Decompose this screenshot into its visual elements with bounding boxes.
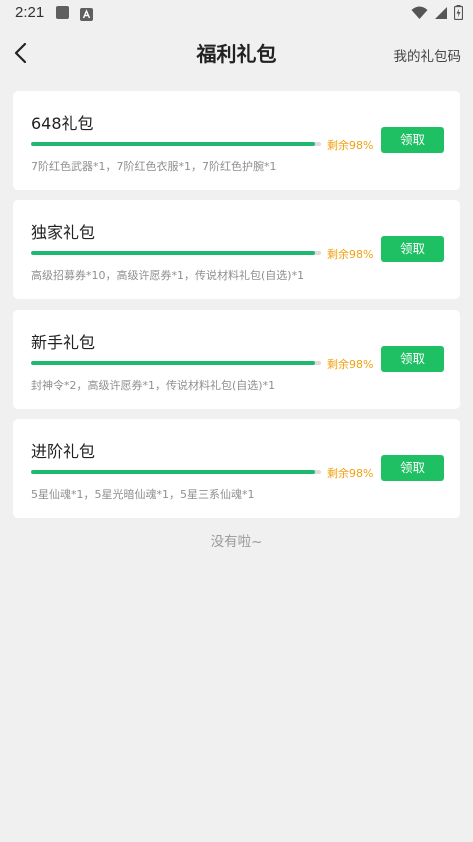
package-card: 648礼包 剩余98% 7阶红色武器*1，7阶红色衣服*1，7阶红色护腕*1 领… bbox=[13, 91, 460, 190]
wifi-icon bbox=[411, 5, 428, 24]
package-card: 独家礼包 剩余98% 高级招募券*10，高级许愿券*1，传说材料礼包(自选)*1… bbox=[13, 200, 460, 299]
package-name: 进阶礼包 bbox=[31, 442, 96, 461]
package-card: 新手礼包 剩余98% 封神令*2，高级许愿券*1，传说材料礼包(自选)*1 领取 bbox=[13, 310, 460, 409]
end-of-list-text: 没有啦~ bbox=[210, 534, 263, 550]
remaining-progress-fill bbox=[31, 251, 316, 255]
package-name: 648礼包 bbox=[31, 114, 94, 133]
remaining-progress-bar bbox=[31, 142, 321, 146]
remaining-progress-fill bbox=[31, 470, 316, 474]
package-contents: 5星仙魂*1，5星光暗仙魂*1，5星三系仙魂*1 bbox=[31, 488, 255, 501]
remaining-progress-fill bbox=[31, 142, 316, 146]
package-card: 进阶礼包 剩余98% 5星仙魂*1，5星光暗仙魂*1，5星三系仙魂*1 领取 bbox=[13, 419, 460, 518]
claim-button[interactable]: 领取 bbox=[381, 455, 444, 481]
remaining-label: 剩余98% bbox=[327, 358, 374, 371]
my-gift-codes-link[interactable]: 我的礼包码 bbox=[394, 45, 462, 65]
package-contents: 7阶红色武器*1，7阶红色衣服*1，7阶红色护腕*1 bbox=[31, 160, 277, 173]
remaining-label: 剩余98% bbox=[327, 139, 374, 152]
a-notification-icon bbox=[80, 6, 93, 21]
claim-button[interactable]: 领取 bbox=[381, 346, 444, 372]
remaining-progress-bar bbox=[31, 361, 321, 365]
package-name: 独家礼包 bbox=[31, 223, 96, 242]
status-icons bbox=[411, 5, 464, 24]
remaining-label: 剩余98% bbox=[327, 467, 374, 480]
status-bar: 2:21 bbox=[0, 0, 473, 26]
remaining-label: 剩余98% bbox=[327, 248, 374, 261]
package-contents: 高级招募券*10，高级许愿券*1，传说材料礼包(自选)*1 bbox=[31, 269, 305, 282]
battery-icon bbox=[453, 5, 464, 24]
claim-button[interactable]: 领取 bbox=[381, 236, 444, 262]
remaining-progress-bar bbox=[31, 470, 321, 474]
status-time: 2:21 bbox=[15, 4, 45, 21]
top-bar: 福利礼包 我的礼包码 bbox=[0, 26, 473, 80]
remaining-progress-bar bbox=[31, 251, 321, 255]
package-contents: 封神令*2，高级许愿券*1，传说材料礼包(自选)*1 bbox=[31, 379, 276, 392]
package-name: 新手礼包 bbox=[31, 333, 96, 352]
remaining-progress-fill bbox=[31, 361, 316, 365]
claim-button[interactable]: 领取 bbox=[381, 127, 444, 153]
app-notification-icon bbox=[56, 6, 69, 19]
signal-icon bbox=[434, 5, 448, 24]
